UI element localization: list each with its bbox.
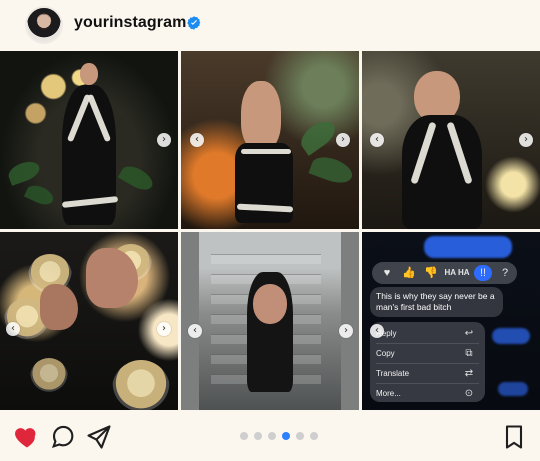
media-tile-3[interactable]: ‹ › <box>362 51 540 229</box>
reaction-thumbs-down[interactable]: 👎 <box>422 265 440 281</box>
carousel-prev-button[interactable]: ‹ <box>188 324 202 338</box>
username[interactable]: yourinstagram <box>74 14 186 32</box>
outfit-trim <box>241 149 291 154</box>
carousel-prev-button[interactable]: ‹ <box>370 133 384 147</box>
media-tile-6[interactable]: ♥ 👍 👎 HA HA !! ? This is why they say ne… <box>362 232 540 410</box>
bookmark-icon[interactable] <box>500 423 528 451</box>
avatar[interactable] <box>25 6 63 44</box>
media-tile-4[interactable]: ‹ › <box>0 232 178 410</box>
share-icon[interactable] <box>85 423 113 451</box>
carousel-prev-button[interactable]: ‹ <box>6 322 20 336</box>
instagram-post-card: yourinstagram › ‹ › ‹ › ‹ › ‹ › ♥ 👍 👎 HA… <box>0 0 540 461</box>
post-header: yourinstagram <box>0 0 540 50</box>
message-bubble: This is why they say never be a man's fi… <box>370 287 503 317</box>
copy-icon: ⧉ <box>465 348 473 359</box>
figure-back <box>241 81 281 151</box>
blurred-message <box>498 382 528 396</box>
media-tile-5[interactable]: ‹ › <box>181 232 359 410</box>
carousel-next-button[interactable]: › <box>157 322 171 336</box>
post-media-grid: › ‹ › ‹ › ‹ › ‹ › ♥ 👍 👎 HA HA !! ? This … <box>0 51 540 411</box>
comment-icon[interactable] <box>49 423 77 451</box>
carousel-dot[interactable] <box>310 432 318 440</box>
carousel-dot-active[interactable] <box>282 432 290 440</box>
translate-icon: ⇄ <box>464 368 474 379</box>
carousel-dot[interactable] <box>296 432 304 440</box>
message-reactions-bar: ♥ 👍 👎 HA HA !! ? <box>372 262 517 284</box>
carousel-prev-button[interactable]: ‹ <box>190 133 204 147</box>
menu-item-copy[interactable]: Copy ⧉ <box>376 344 480 363</box>
carousel-next-button[interactable]: › <box>339 324 353 338</box>
carousel-prev-button[interactable]: ‹ <box>370 324 384 338</box>
menu-item-label: More... <box>376 389 401 398</box>
media-tile-2[interactable]: ‹ › <box>181 51 359 229</box>
menu-item-more[interactable]: More... ⊙ <box>376 384 480 403</box>
carousel-next-button[interactable]: › <box>519 133 533 147</box>
blurred-message <box>492 328 530 344</box>
post-action-bar <box>0 411 540 461</box>
carousel-dot[interactable] <box>254 432 262 440</box>
carousel-indicator <box>240 432 320 442</box>
menu-item-translate[interactable]: Translate ⇄ <box>376 364 480 383</box>
carousel-next-button[interactable]: › <box>336 133 350 147</box>
cocktail-glass <box>30 358 68 396</box>
blurred-message <box>424 236 512 258</box>
verified-badge-icon <box>187 16 201 30</box>
reaction-thumbs-up[interactable]: 👍 <box>400 265 418 281</box>
carousel-dot[interactable] <box>240 432 248 440</box>
reply-icon: ↩ <box>464 328 474 339</box>
menu-item-reply[interactable]: Reply ↩ <box>376 324 480 343</box>
hand <box>40 284 78 330</box>
cocktail-glass <box>112 360 170 410</box>
figure-back <box>253 284 287 324</box>
stair-step <box>211 254 321 264</box>
media-tile-1[interactable]: › <box>0 51 178 229</box>
menu-item-label: Translate <box>376 369 410 378</box>
heart-icon[interactable] <box>13 423 41 451</box>
carousel-next-button[interactable]: › <box>157 133 171 147</box>
menu-item-label: Copy <box>376 349 395 358</box>
figure-face <box>80 63 98 85</box>
reaction-exclamation[interactable]: !! <box>474 265 492 281</box>
carousel-dot[interactable] <box>268 432 276 440</box>
reaction-question[interactable]: ? <box>496 265 514 281</box>
reaction-haha[interactable]: HA HA <box>444 265 470 281</box>
more-icon: ⊙ <box>464 388 474 399</box>
message-context-menu: Reply ↩ Copy ⧉ Translate ⇄ More... ⊙ <box>370 322 485 402</box>
reaction-heart[interactable]: ♥ <box>378 265 396 281</box>
